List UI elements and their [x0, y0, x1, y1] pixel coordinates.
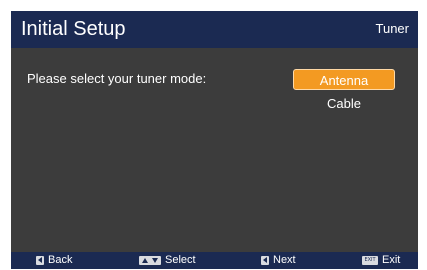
- exit-hint[interactable]: EXIT Exit: [362, 252, 400, 269]
- up-down-keys-icon: [139, 256, 161, 265]
- setup-screen: Initial Setup Tuner Please select your t…: [11, 11, 418, 269]
- next-hint[interactable]: Next: [261, 252, 296, 269]
- select-hint[interactable]: Select: [139, 252, 196, 269]
- back-hint[interactable]: Back: [36, 252, 72, 269]
- option-cable[interactable]: Cable: [293, 93, 395, 114]
- back-label: Back: [48, 254, 73, 266]
- option-antenna[interactable]: Antenna: [293, 69, 395, 90]
- exit-key-icon: EXIT: [362, 256, 378, 265]
- page-title: Initial Setup: [21, 18, 126, 40]
- exit-label: Exit: [382, 254, 401, 266]
- left-arrow-key-icon: [261, 256, 269, 265]
- section-label: Tuner: [375, 21, 409, 36]
- footer-bar: Back Select Next EXIT Exit: [11, 252, 418, 269]
- title-bar: Initial Setup Tuner: [11, 11, 418, 48]
- left-arrow-key-icon: [36, 256, 44, 265]
- tuner-mode-prompt: Please select your tuner mode:: [27, 71, 207, 86]
- next-label: Next: [273, 254, 296, 266]
- select-label: Select: [165, 254, 196, 266]
